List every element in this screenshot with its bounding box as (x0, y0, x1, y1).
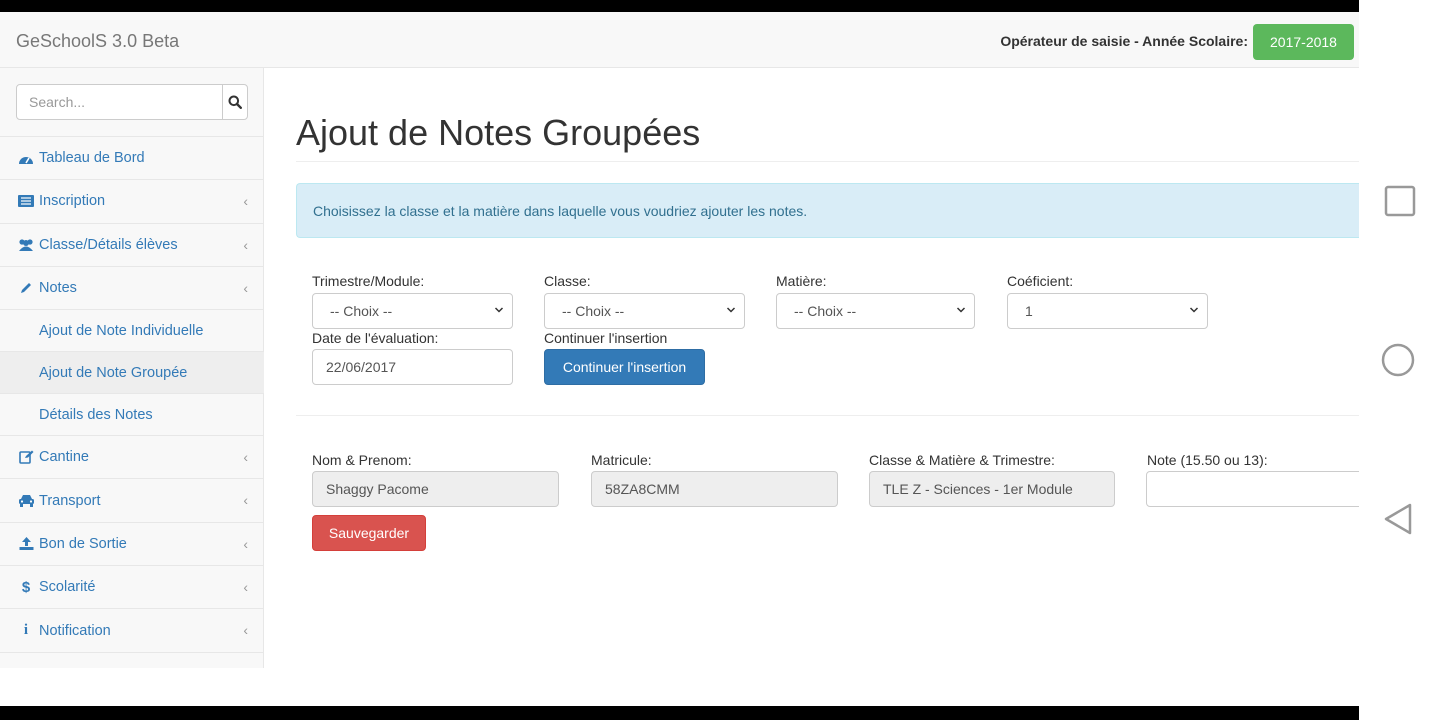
page-title: Ajout de Notes Groupées (296, 112, 701, 153)
sidebar-item-notes[interactable]: Notes ‹ (0, 267, 264, 311)
main-content: Ajout de Notes Groupées Choisissez la cl… (265, 68, 1359, 668)
sidebar: Tableau de Bord Inscription ‹ Classe/Dét… (0, 68, 264, 668)
sidebar-item-bon-de-sortie[interactable]: Bon de Sortie ‹ (0, 523, 264, 567)
search-box (16, 84, 248, 120)
matiere-select-value: -- Choix -- (794, 303, 857, 319)
sidebar-item-tableau-de-bord[interactable]: Tableau de Bord (0, 137, 264, 181)
chevron-left-icon: ‹ (243, 279, 248, 296)
chevron-left-icon: ‹ (243, 579, 248, 596)
list-icon (17, 194, 35, 208)
android-nav-bar (1359, 0, 1440, 720)
sidebar-item-label: Tableau de Bord (39, 150, 145, 167)
matricule-field[interactable]: 58ZA8CMM (591, 471, 838, 507)
classe-matiere-field[interactable]: TLE Z - Sciences - 1er Module (869, 471, 1115, 507)
home-icon[interactable] (1381, 343, 1415, 377)
school-year-badge[interactable]: 2017-2018 (1253, 24, 1354, 60)
chevron-left-icon: ‹ (243, 622, 248, 639)
classe-matiere-label: Classe & Matière & Trimestre: (869, 452, 1055, 468)
sidebar-item-inscription[interactable]: Inscription ‹ (0, 180, 264, 224)
coef-select[interactable]: 1 (1007, 293, 1208, 329)
divider (296, 161, 1359, 162)
sidebar-subitem-label: Ajout de Note Groupée (39, 364, 188, 381)
search-icon (228, 95, 242, 109)
top-navbar: GeSchoolS 3.0 Beta Opérateur de saisie -… (0, 12, 1359, 68)
operator-label: Opérateur de saisie - Année Scolaire: (1000, 33, 1248, 49)
sidebar-item-label: Scolarité (39, 579, 96, 596)
sidebar-item-transport[interactable]: Transport ‹ (0, 479, 264, 523)
info-alert: Choisissez la classe et la matière dans … (296, 183, 1359, 238)
chevron-left-icon: ‹ (243, 492, 248, 509)
chevron-left-icon: ‹ (243, 193, 248, 210)
coef-select-value: 1 (1025, 303, 1033, 319)
sidebar-item-label: Bon de Sortie (39, 535, 127, 552)
recent-apps-icon[interactable] (1384, 185, 1416, 217)
divider (296, 415, 1359, 416)
classe-label: Classe: (544, 273, 591, 289)
sidebar-item-label: Notes (39, 280, 77, 297)
pencil-icon (17, 281, 35, 295)
sidebar-item-label: Transport (39, 492, 101, 509)
sidebar-item-cantine[interactable]: Cantine ‹ (0, 436, 264, 480)
sidebar-item-label: Inscription (39, 193, 106, 210)
note-input[interactable] (1146, 471, 1359, 507)
trimestre-label: Trimestre/Module: (312, 273, 425, 289)
sidebar-subitem-label: Ajout de Note Individuelle (39, 322, 204, 339)
continue-insertion-button[interactable]: Continuer l'insertion (544, 349, 705, 385)
classe-select-value: -- Choix -- (562, 303, 625, 319)
matiere-select[interactable]: -- Choix -- (776, 293, 975, 329)
name-label: Nom & Prenom: (312, 452, 412, 468)
chevron-left-icon: ‹ (243, 449, 248, 466)
sidebar-item-scolarite[interactable]: $ Scolarité ‹ (0, 566, 264, 610)
sidebar-item-label: Notification (39, 622, 111, 639)
note-label: Note (15.50 ou 13): (1147, 452, 1268, 468)
upload-icon (17, 537, 35, 551)
matricule-label: Matricule: (591, 452, 652, 468)
matiere-label: Matière: (776, 273, 827, 289)
chevron-left-icon: ‹ (243, 535, 248, 552)
edit-icon (17, 450, 35, 465)
car-icon (17, 494, 35, 508)
trimestre-select[interactable]: -- Choix -- (312, 293, 513, 329)
sidebar-item-classe[interactable]: Classe/Détails élèves ‹ (0, 224, 264, 267)
chevron-down-icon (494, 307, 504, 313)
info-icon: i (23, 622, 29, 639)
sidebar-subitem-label: Détails des Notes (39, 406, 153, 423)
trimestre-select-value: -- Choix -- (330, 303, 393, 319)
date-input[interactable]: 22/06/2017 (312, 349, 513, 385)
search-button[interactable] (223, 85, 247, 119)
classe-select[interactable]: -- Choix -- (544, 293, 745, 329)
sidebar-subitem-note-individuelle[interactable]: Ajout de Note Individuelle (0, 310, 264, 353)
chevron-left-icon: ‹ (243, 236, 248, 253)
dollar-icon: $ (21, 578, 31, 596)
brand-logo[interactable]: GeSchoolS 3.0 Beta (16, 31, 179, 52)
sidebar-subitem-note-groupee[interactable]: Ajout de Note Groupée (0, 352, 264, 395)
sidebar-nav: Tableau de Bord Inscription ‹ Classe/Dét… (0, 136, 264, 653)
app-screen: GeSchoolS 3.0 Beta Opérateur de saisie -… (0, 12, 1359, 706)
back-icon[interactable] (1383, 502, 1413, 536)
continue-label: Continuer l'insertion (544, 330, 668, 346)
sidebar-subitem-details-notes[interactable]: Détails des Notes (0, 394, 264, 437)
chevron-down-icon (1189, 307, 1199, 313)
search-input[interactable] (17, 85, 223, 119)
sidebar-item-label: Classe/Détails élèves (39, 236, 178, 253)
users-icon (17, 238, 35, 252)
chevron-down-icon (726, 307, 736, 313)
dashboard-icon (17, 151, 35, 165)
sidebar-item-label: Cantine (39, 449, 89, 466)
system-bottom-bar (0, 706, 1359, 720)
coef-label: Coéficient: (1007, 273, 1074, 289)
date-label: Date de l'évaluation: (312, 330, 439, 346)
chevron-down-icon (956, 307, 966, 313)
name-field[interactable]: Shaggy Pacome (312, 471, 559, 507)
save-button[interactable]: Sauvegarder (312, 515, 426, 551)
sidebar-item-notification[interactable]: i Notification ‹ (0, 609, 264, 653)
